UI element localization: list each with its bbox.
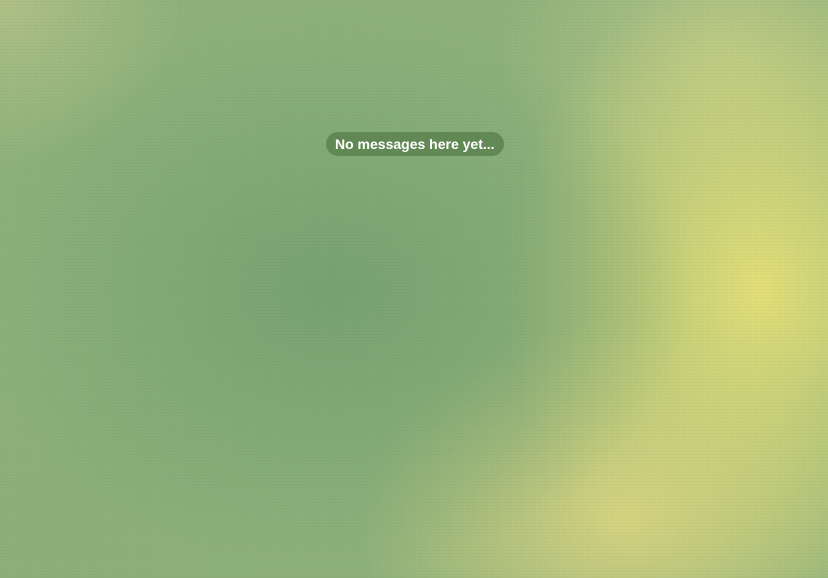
empty-chat-message: No messages here yet... <box>326 132 504 156</box>
chat-background: No messages here yet... <box>0 0 828 578</box>
